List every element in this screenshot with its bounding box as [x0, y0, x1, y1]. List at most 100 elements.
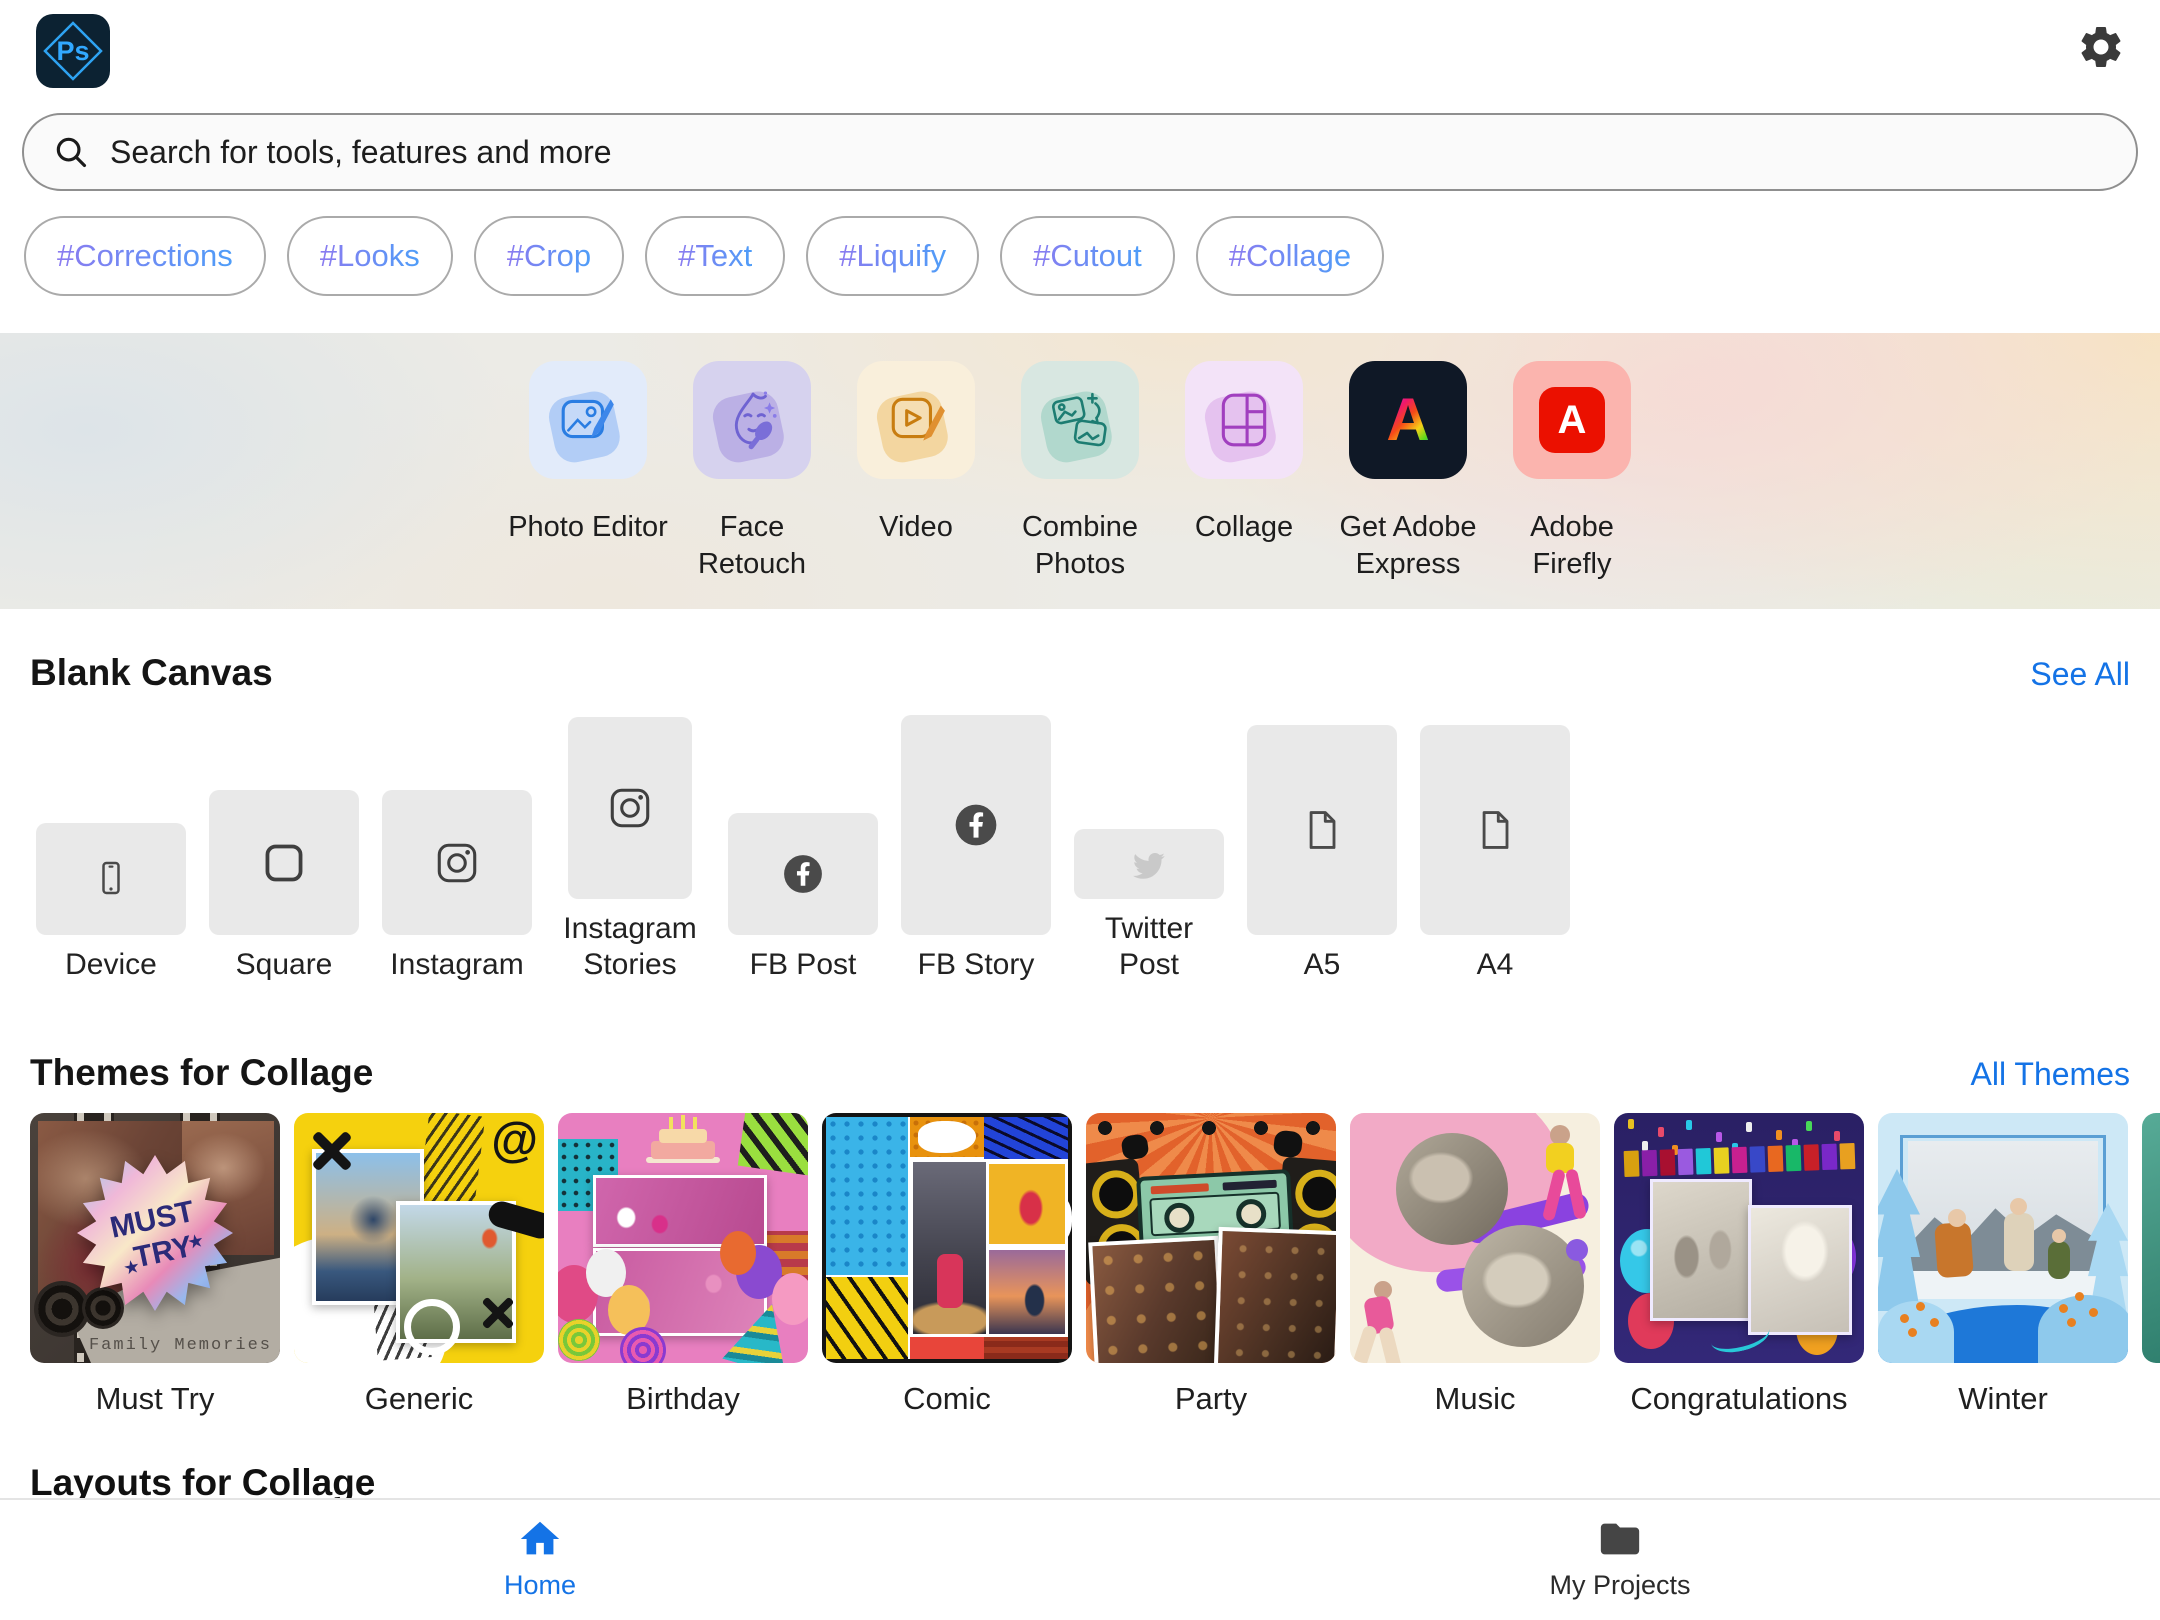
search-bar[interactable]	[22, 113, 2138, 191]
canvas-square[interactable]: Square	[209, 790, 359, 983]
themes-row: Family Memories MUST TRY ★ ★	[30, 1113, 2160, 1417]
twitter-icon	[1127, 842, 1171, 886]
decor-dancer	[1120, 1133, 1149, 1160]
adobe-express-icon: A	[1386, 390, 1429, 450]
decor-dancer	[1350, 1324, 1378, 1363]
canvas-device[interactable]: Device	[36, 823, 186, 983]
canvas-label: FB Story	[918, 947, 1035, 983]
adobe-firefly-icon: A	[1539, 387, 1605, 453]
chip-looks[interactable]: #Looks	[287, 216, 453, 296]
photo-placeholder	[986, 1247, 1068, 1337]
tool-get-adobe-express[interactable]: A Get Adobe Express	[1326, 361, 1490, 583]
tool-adobe-firefly[interactable]: A Adobe Firefly	[1490, 361, 1654, 583]
tools-strip: Photo Editor	[0, 333, 2160, 609]
theme-congratulations[interactable]: Congratulations	[1614, 1113, 1864, 1417]
theme-label: Comic	[903, 1381, 991, 1417]
chip-label: #Cutout	[1033, 238, 1142, 274]
app-logo[interactable]: Ps	[36, 14, 110, 88]
decor-candle	[693, 1117, 697, 1129]
decor-berries	[2059, 1304, 2068, 1313]
theme-winter[interactable]: Winter	[1878, 1113, 2128, 1417]
decor-figure	[1934, 1222, 1974, 1278]
photo-editor-icon	[557, 389, 619, 451]
decor-comic-panel	[984, 1117, 1068, 1159]
theme-party[interactable]: Party	[1086, 1113, 1336, 1417]
chip-crop[interactable]: #Crop	[474, 216, 624, 296]
combine-photos-icon	[1049, 389, 1111, 451]
all-themes-link[interactable]: All Themes	[1971, 1056, 2130, 1093]
chip-cutout[interactable]: #Cutout	[1000, 216, 1175, 296]
theme-must-try[interactable]: Family Memories MUST TRY ★ ★	[30, 1113, 280, 1417]
canvas-a5[interactable]: A5	[1247, 725, 1397, 983]
tool-label: Video	[879, 509, 953, 546]
tag-chips-row: #Corrections #Looks #Crop #Text #Liquify…	[24, 216, 1384, 296]
tool-video[interactable]: Video	[834, 361, 998, 583]
theme-generic[interactable]: @ Generic	[294, 1113, 544, 1417]
theme-label: Must Try	[96, 1381, 215, 1417]
decor-figure-head	[2052, 1229, 2066, 1243]
theme-card-artwork	[1614, 1113, 1864, 1363]
canvas-fb-story[interactable]: FB Story	[901, 715, 1051, 983]
chip-liquify[interactable]: #Liquify	[806, 216, 979, 296]
tool-photo-editor[interactable]: Photo Editor	[506, 361, 670, 583]
theme-card-partial[interactable]	[2142, 1113, 2160, 1363]
decor-bush	[1878, 1301, 1954, 1363]
theme-comic[interactable]: Comic	[822, 1113, 1072, 1417]
canvas-fb-post[interactable]: FB Post	[728, 813, 878, 983]
theme-birthday[interactable]: Birthday	[558, 1113, 808, 1417]
photo-placeholder	[1462, 1225, 1584, 1347]
theme-label: Party	[1175, 1381, 1247, 1417]
canvas-instagram[interactable]: Instagram	[382, 790, 532, 983]
nav-my-projects[interactable]: My Projects	[1510, 1500, 1730, 1601]
decor-figure	[2004, 1213, 2034, 1271]
decor-gift	[738, 1113, 808, 1176]
canvas-label: Instagram Stories	[555, 911, 705, 983]
chip-corrections[interactable]: #Corrections	[24, 216, 266, 296]
decor-figure-head	[1948, 1209, 1966, 1227]
canvas-label: Square	[236, 947, 333, 983]
theme-music[interactable]: Music	[1350, 1113, 1600, 1417]
theme-card-artwork	[558, 1113, 808, 1363]
bottom-navigation: Home My Projects	[0, 1498, 2160, 1620]
tool-label: Collage	[1195, 509, 1293, 546]
see-all-link[interactable]: See All	[2030, 656, 2130, 693]
photo-placeholder	[1748, 1205, 1852, 1335]
settings-button[interactable]	[2076, 22, 2126, 72]
folder-icon	[1597, 1516, 1643, 1562]
tool-face-retouch[interactable]: Face Retouch	[670, 361, 834, 583]
search-icon	[52, 133, 90, 171]
theme-card-artwork	[1086, 1113, 1336, 1363]
search-input[interactable]	[108, 133, 2108, 172]
theme-label: Congratulations	[1630, 1381, 1847, 1417]
chip-label: #Text	[678, 238, 752, 274]
face-retouch-icon	[721, 389, 783, 451]
theme-label: Birthday	[626, 1381, 740, 1417]
theme-label: Generic	[365, 1381, 474, 1417]
chip-label: #Corrections	[57, 238, 233, 274]
document-icon	[1298, 806, 1346, 854]
decor-cake	[651, 1141, 715, 1159]
canvas-label: Twitter Post	[1074, 911, 1224, 983]
nav-home[interactable]: Home	[430, 1500, 650, 1601]
canvas-twitter-post[interactable]: Twitter Post	[1074, 829, 1224, 983]
chip-collage[interactable]: #Collage	[1196, 216, 1384, 296]
decor-lollipop	[558, 1319, 600, 1361]
decor-figure	[2048, 1241, 2070, 1279]
photo-placeholder	[910, 1159, 990, 1337]
canvas-label: Instagram	[390, 947, 523, 983]
decor-comic-panel	[826, 1117, 908, 1275]
decor-cake	[659, 1129, 707, 1143]
tool-combine-photos[interactable]: Combine Photos	[998, 361, 1162, 583]
canvas-a4[interactable]: A4	[1420, 725, 1570, 983]
chip-text[interactable]: #Text	[645, 216, 785, 296]
facebook-icon	[777, 848, 829, 900]
theme-label: Winter	[1958, 1381, 2048, 1417]
square-icon	[258, 837, 310, 889]
decor-dancer	[1546, 1143, 1574, 1173]
tool-label: Adobe Firefly	[1490, 509, 1654, 583]
canvas-instagram-stories[interactable]: Instagram Stories	[555, 717, 705, 983]
decor-berries	[1900, 1314, 1909, 1323]
decor-ring	[404, 1299, 460, 1355]
tool-collage[interactable]: Collage	[1162, 361, 1326, 583]
decor-candle	[681, 1115, 685, 1129]
